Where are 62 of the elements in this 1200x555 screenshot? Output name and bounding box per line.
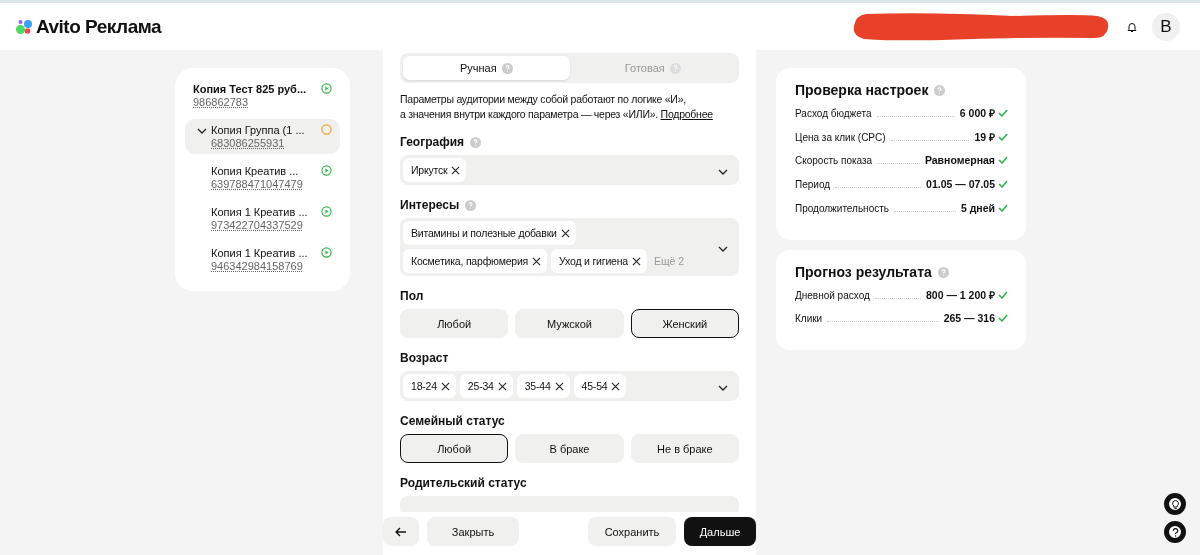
- row-value: 19 ₽: [974, 130, 995, 144]
- row-value: 5 дней: [960, 202, 995, 214]
- tree-item[interactable]: Копия Группа (1 ... 683086255931: [185, 119, 340, 154]
- tag-chip[interactable]: 25-34: [459, 374, 513, 398]
- logo-text[interactable]: Avito Реклама: [36, 15, 162, 38]
- tag-chip[interactable]: Косметика, парфюмерия: [403, 249, 548, 273]
- row-label: Цена за клик (CPC): [795, 132, 886, 143]
- section-title: Родительский статус: [400, 476, 527, 490]
- more-link[interactable]: Подробнее: [660, 108, 713, 120]
- section-title: Семейный статус: [400, 414, 505, 428]
- tag-chip[interactable]: 18-24: [403, 374, 456, 398]
- tree-item-id[interactable]: 973422704337529: [211, 219, 321, 231]
- tree-item-title: Копия Креатив ...: [211, 165, 300, 177]
- tree-item[interactable]: Копия 1 Креатив ... 973422704337529: [185, 201, 340, 236]
- select-field[interactable]: Витамины и полезные добавки Косметика, парфюмерия Уход и гигиена Ещё 2: [400, 218, 739, 276]
- option-button[interactable]: Не в браке: [630, 434, 739, 463]
- tree-item[interactable]: Копия Тест 825 руб... 986862783: [185, 78, 340, 113]
- option-button[interactable]: Женский: [630, 309, 739, 338]
- row-label: Расход бюджета: [795, 108, 872, 119]
- select-field[interactable]: 18-24 25-34 35-44 45-54: [400, 371, 739, 401]
- row-label: Дневной расход: [795, 290, 870, 301]
- row-label: Период: [795, 179, 831, 190]
- user-avatar[interactable]: B: [1152, 12, 1180, 41]
- option-button[interactable]: Любой: [400, 434, 509, 463]
- card-title: Проверка настроек: [795, 82, 929, 98]
- tree-item-title: Копия 1 Креатив ...: [211, 206, 309, 218]
- tree-item-id[interactable]: 639788471047479: [211, 178, 321, 190]
- section-title: Интересы: [400, 198, 460, 212]
- tag-chip[interactable]: Витамины и полезные добавки: [403, 221, 576, 245]
- section-title: Возраст: [400, 351, 449, 365]
- card-title: Прогноз результата: [795, 264, 932, 280]
- section-title: Пол: [400, 289, 424, 303]
- option-button[interactable]: В браке: [515, 434, 624, 463]
- row-value: 01.05 — 07.05: [926, 178, 995, 190]
- tree-item-id[interactable]: 683086255931: [211, 137, 321, 149]
- row-value: 265 — 316: [943, 312, 995, 324]
- tag-chip[interactable]: Уход и гигиена: [551, 249, 647, 273]
- row-value: Равномерная: [924, 154, 995, 166]
- tree-item-id[interactable]: 946342984158769: [211, 260, 321, 272]
- option-button[interactable]: Любой: [400, 309, 509, 338]
- mode-tab[interactable]: Ручная: [403, 56, 570, 80]
- next-button[interactable]: Дальше: [684, 517, 756, 546]
- row-value: 800 — 1 200 ₽: [925, 288, 995, 302]
- row-label: Скорость показа: [795, 155, 873, 166]
- tag-chip[interactable]: 45-54: [573, 374, 627, 398]
- option-button[interactable]: Мужской: [515, 309, 624, 338]
- save-button[interactable]: Сохранить: [588, 517, 676, 546]
- hint-text: Параметры аудитории между собой работают по логике «И», а значения внутри каждого параметра — через «ИЛИ». Подробнее: [400, 92, 714, 122]
- tree-item-title: Копия Тест 825 руб...: [193, 83, 308, 95]
- tree-item-title: Копия 1 Креатив ...: [211, 247, 309, 259]
- select-field[interactable]: Иркутск: [400, 155, 739, 185]
- close-button[interactable]: Закрыть: [427, 517, 519, 546]
- row-label: Клики: [795, 313, 823, 324]
- tree-item[interactable]: Копия 1 Креатив ... 946342984158769: [185, 242, 340, 277]
- tree-item[interactable]: Копия Креатив ... 639788471047479: [185, 160, 340, 195]
- tree-item-title: Копия Группа (1 ...: [211, 124, 306, 136]
- tag-chip[interactable]: 35-44: [516, 374, 570, 398]
- tree-item-id[interactable]: 986862783: [193, 96, 321, 108]
- section-title: География: [400, 135, 465, 149]
- row-value: 6 000 ₽: [959, 106, 995, 120]
- tag-chip[interactable]: Иркутск: [403, 158, 467, 182]
- row-label: Продолжительность: [795, 203, 889, 214]
